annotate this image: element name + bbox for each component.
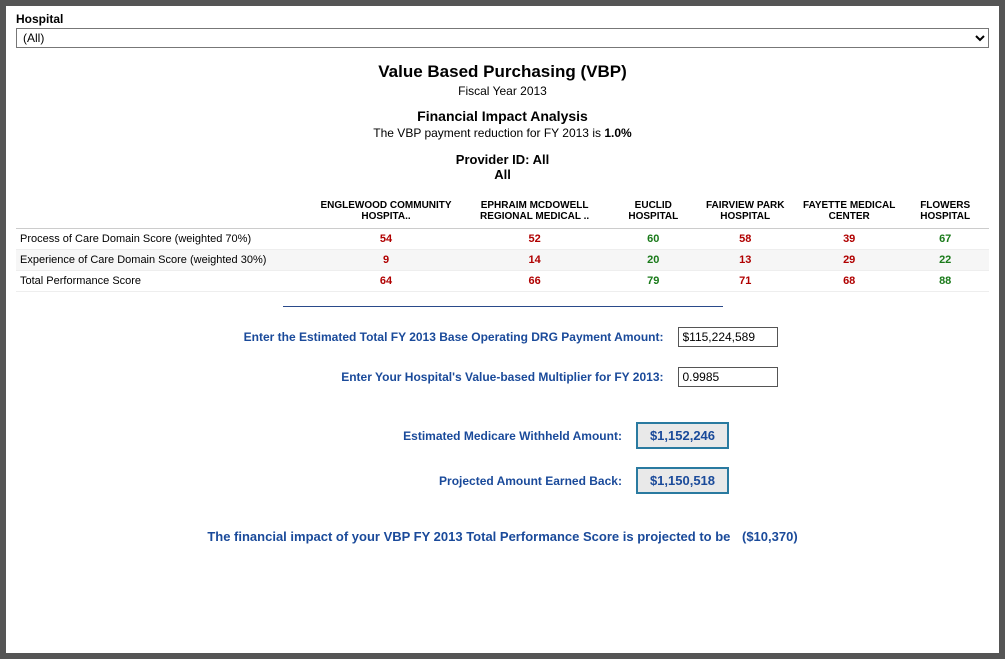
score-cell: 60 (613, 229, 693, 250)
table-row: Total Performance Score646679716888 (16, 271, 989, 292)
score-cell: 67 (901, 229, 989, 250)
score-cell: 71 (693, 271, 797, 292)
multiplier-input-label: Enter Your Hospital's Value-based Multip… (228, 370, 678, 384)
reduction-prefix: The VBP payment reduction for FY 2013 is (373, 126, 604, 140)
score-cell: 66 (456, 271, 613, 292)
row-label: Experience of Care Domain Score (weighte… (16, 250, 316, 271)
drg-input[interactable] (678, 327, 778, 347)
impact-text: The financial impact of your VBP FY 2013… (207, 529, 730, 544)
score-cell: 29 (797, 250, 901, 271)
col-header: EUCLID HOSPITAL (613, 196, 693, 229)
col-header: FAIRVIEW PARK HOSPITAL (693, 196, 797, 229)
withheld-value: $1,152,246 (636, 422, 729, 449)
section-title: Financial Impact Analysis (16, 108, 989, 124)
impact-statement: The financial impact of your VBP FY 2013… (16, 529, 989, 544)
withheld-label: Estimated Medicare Withheld Amount: (276, 429, 636, 443)
divider (283, 306, 723, 307)
score-cell: 54 (316, 229, 456, 250)
row-label: Process of Care Domain Score (weighted 7… (16, 229, 316, 250)
earned-label: Projected Amount Earned Back: (276, 474, 636, 488)
score-cell: 20 (613, 250, 693, 271)
score-cell: 14 (456, 250, 613, 271)
multiplier-input[interactable] (678, 367, 778, 387)
reduction-value: 1.0% (604, 126, 631, 140)
table-header-row: ENGLEWOOD COMMUNITY HOSPITA.. EPHRAIM MC… (16, 196, 989, 229)
score-cell: 39 (797, 229, 901, 250)
col-header: EPHRAIM MCDOWELL REGIONAL MEDICAL .. (456, 196, 613, 229)
table-row: Process of Care Domain Score (weighted 7… (16, 229, 989, 250)
col-header: FAYETTE MEDICAL CENTER (797, 196, 901, 229)
page-title: Value Based Purchasing (VBP) (16, 62, 989, 82)
score-cell: 52 (456, 229, 613, 250)
row-label: Total Performance Score (16, 271, 316, 292)
impact-amount: ($10,370) (742, 529, 798, 544)
reduction-note: The VBP payment reduction for FY 2013 is… (16, 126, 989, 140)
score-cell: 22 (901, 250, 989, 271)
earned-value: $1,150,518 (636, 467, 729, 494)
provider-id-label: Provider ID: All (16, 152, 989, 167)
fiscal-year: Fiscal Year 2013 (16, 84, 989, 98)
score-cell: 79 (613, 271, 693, 292)
col-header: ENGLEWOOD COMMUNITY HOSPITA.. (316, 196, 456, 229)
score-cell: 88 (901, 271, 989, 292)
hospital-filter-select[interactable]: (All) (16, 28, 989, 48)
score-cell: 9 (316, 250, 456, 271)
score-cell: 13 (693, 250, 797, 271)
score-cell: 58 (693, 229, 797, 250)
score-cell: 64 (316, 271, 456, 292)
provider-id-value: All (16, 167, 989, 182)
table-row: Experience of Care Domain Score (weighte… (16, 250, 989, 271)
scores-table: ENGLEWOOD COMMUNITY HOSPITA.. EPHRAIM MC… (16, 196, 989, 292)
score-cell: 68 (797, 271, 901, 292)
report-frame: Hospital (All) Value Based Purchasing (V… (0, 0, 1005, 659)
drg-input-label: Enter the Estimated Total FY 2013 Base O… (228, 330, 678, 344)
col-header: FLOWERS HOSPITAL (901, 196, 989, 229)
hospital-filter-label: Hospital (16, 12, 989, 26)
